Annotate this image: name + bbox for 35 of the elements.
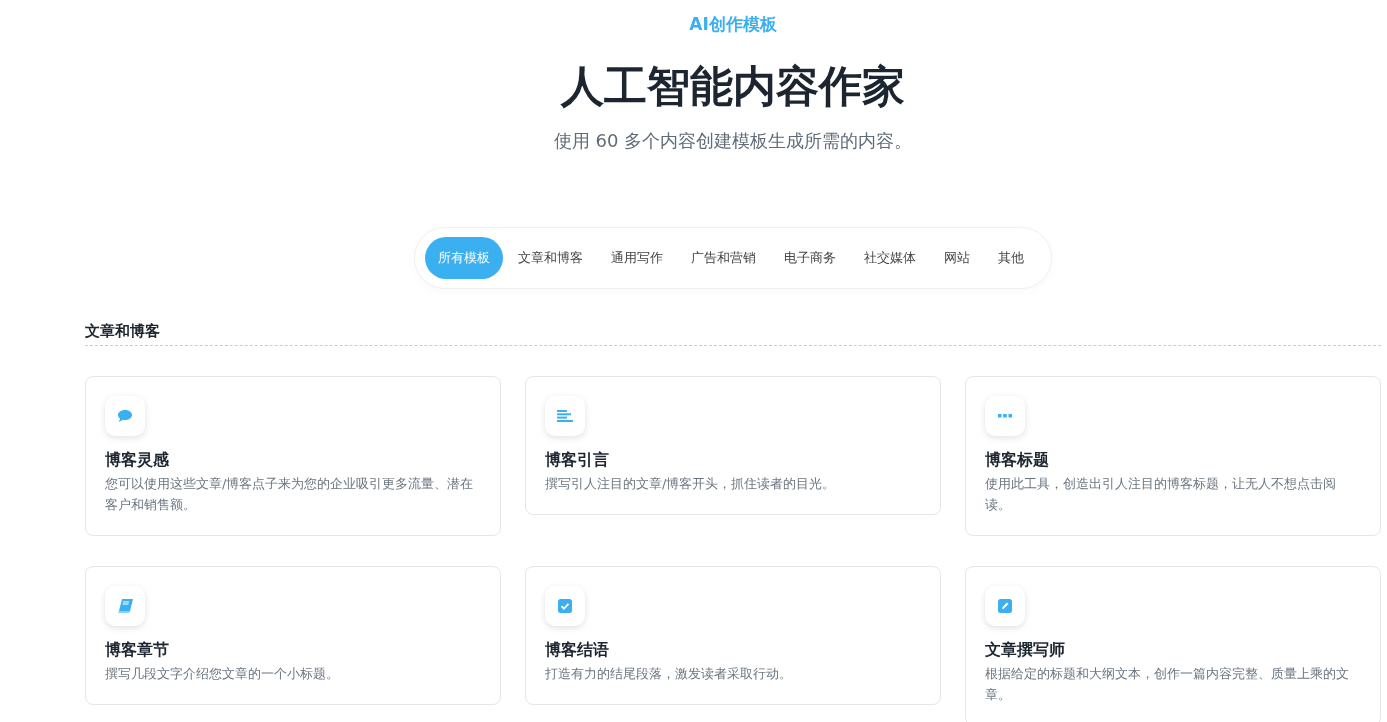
card-title: 博客灵感 [105, 449, 170, 471]
card-description: 撰写引人注目的文章/博客开头，抓住读者的目光。 [545, 475, 837, 493]
category-tab[interactable]: 电子商务 [771, 237, 849, 279]
card-description: 撰写几段文字介绍您文章的一个小标题。 [105, 665, 340, 683]
card-description: 打造有力的结尾段落，激发读者采取行动。 [545, 665, 793, 683]
text-lines-icon [557, 410, 573, 422]
card-title: 博客标题 [985, 449, 1050, 471]
page-title: 人工智能内容作家 [559, 60, 906, 113]
template-card[interactable]: 博客结语 打造有力的结尾段落，激发读者采取行动。 [525, 566, 941, 705]
checkbox-icon [558, 599, 572, 613]
dots-icon [998, 414, 1012, 418]
category-tab[interactable]: 广告和营销 [678, 237, 769, 279]
card-description: 使用此工具，创造出引人注目的博客标题，让无人不想点击阅读。 [985, 475, 1337, 514]
card-description: 根据给定的标题和大纲文本，创作一篇内容完整、质量上乘的文章。 [985, 665, 1350, 704]
book-icon [117, 599, 133, 613]
section-heading: 文章和博客 [85, 321, 161, 341]
edit-icon [998, 599, 1012, 613]
category-tab[interactable]: 社交媒体 [851, 237, 929, 279]
page-subtitle: 使用 60 多个内容创建模板生成所需的内容。 [552, 129, 914, 153]
card-title: 博客章节 [105, 639, 170, 661]
template-card[interactable]: 文章撰写师 根据给定的标题和大纲文本，创作一篇内容完整、质量上乘的文章。 [965, 566, 1381, 722]
category-tab[interactable]: 其他 [985, 237, 1037, 279]
card-description: 您可以使用这些文章/博客点子来为您的企业吸引更多流量、潜在客户和销售额。 [105, 475, 475, 514]
card-title: 文章撰写师 [985, 639, 1066, 661]
category-tab[interactable]: 网站 [931, 237, 983, 279]
template-card[interactable]: 博客引言 撰写引人注目的文章/博客开头，抓住读者的目光。 [525, 376, 941, 515]
speech-bubble-icon [117, 409, 133, 423]
card-title: 博客结语 [545, 639, 610, 661]
category-tab[interactable]: 文章和博客 [505, 237, 596, 279]
card-title: 博客引言 [545, 449, 610, 471]
category-tab[interactable]: 通用写作 [598, 237, 676, 279]
template-card[interactable]: 博客章节 撰写几段文字介绍您文章的一个小标题。 [85, 566, 501, 705]
template-card[interactable]: 博客标题 使用此工具，创造出引人注目的博客标题，让无人不想点击阅读。 [965, 376, 1381, 536]
template-card[interactable]: 博客灵感 您可以使用这些文章/博客点子来为您的企业吸引更多流量、潜在客户和销售额。 [85, 376, 501, 536]
eyebrow-label: AI创作模板 [688, 13, 778, 36]
